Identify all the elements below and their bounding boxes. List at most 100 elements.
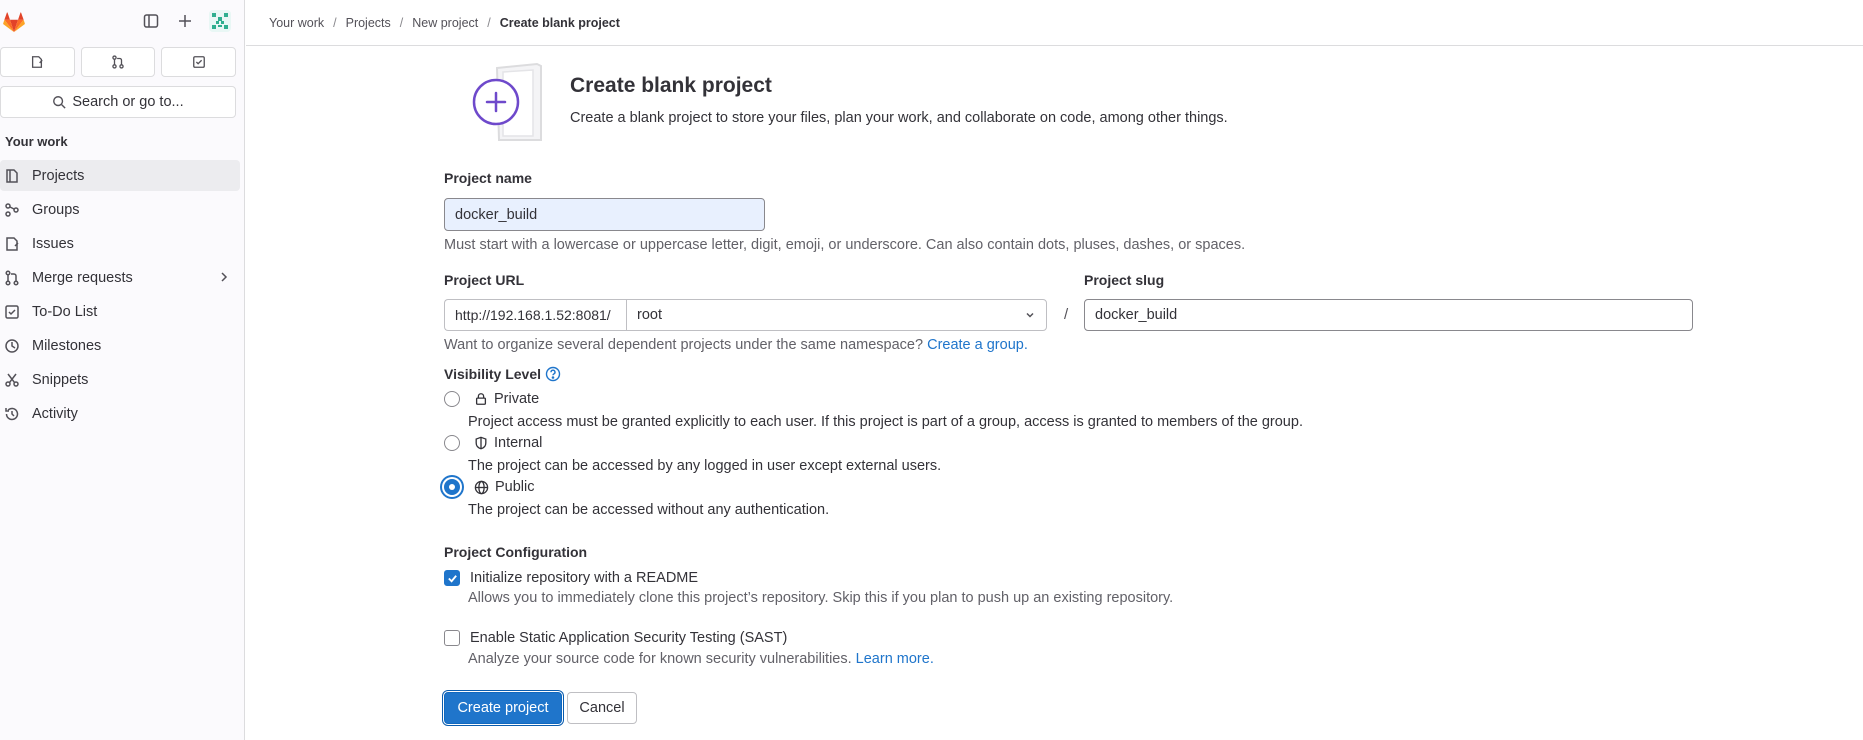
sast-desc: Analyze your source code for known secur…	[468, 651, 852, 667]
sidebar-item-activity[interactable]: Activity	[0, 398, 240, 429]
readme-option[interactable]: Initialize repository with a README	[444, 570, 698, 586]
sidebar-item-label: Activity	[32, 405, 78, 422]
issues-icon	[6, 236, 19, 251]
sidebar-item-label: To-Do List	[32, 303, 98, 320]
breadcrumb-current[interactable]: Create blank project	[500, 16, 620, 30]
avatar[interactable]	[208, 9, 232, 33]
sast-label: Enable Static Application Security Testi…	[470, 630, 788, 646]
visibility-internal-option[interactable]: Internal	[444, 435, 542, 451]
visibility-private-desc: Project access must be granted explicitl…	[468, 414, 1303, 430]
todo-icon	[5, 304, 19, 319]
breadcrumb-new-project[interactable]: New project	[412, 16, 478, 30]
visibility-label-row: Visibility Level	[444, 366, 561, 382]
sidebar-item-label: Issues	[32, 235, 74, 252]
blank-project-illustration-icon	[459, 62, 549, 144]
sidebar-item-merge-requests[interactable]: Merge requests	[0, 262, 240, 293]
cancel-button[interactable]: Cancel	[567, 692, 637, 724]
group-help: Want to organize several dependent proje…	[444, 337, 1028, 353]
project-slug-value: docker_build	[1095, 307, 1178, 323]
visibility-private-option[interactable]: Private	[444, 391, 539, 407]
page-title: Create blank project	[570, 74, 772, 97]
breadcrumb-separator: /	[399, 15, 404, 30]
sidebar: Search or go to... Your work Projects Gr…	[0, 0, 245, 740]
url-prefix: http://192.168.1.52:8081/	[444, 299, 626, 331]
shield-icon	[475, 436, 487, 450]
search-icon	[53, 96, 66, 109]
sidebar-item-label: Groups	[32, 201, 80, 218]
breadcrumb-separator: /	[487, 15, 491, 30]
sidebar-item-snippets[interactable]: Snippets	[0, 364, 240, 395]
visibility-public-option[interactable]: Public	[444, 479, 535, 495]
earth-icon	[474, 480, 489, 494]
sidebar-item-label: Snippets	[32, 371, 89, 388]
search-label: Search or go to...	[72, 94, 184, 110]
visibility-public-radio[interactable]	[444, 479, 460, 495]
sidebar-nav: Projects Groups Issues Merge requests To…	[0, 160, 240, 432]
sast-help: Analyze your source code for known secur…	[468, 651, 934, 667]
sidebar-item-label: Milestones	[32, 337, 102, 354]
breadcrumb-your-work[interactable]: Your work	[269, 16, 324, 30]
snippet-icon	[5, 373, 19, 387]
sidebar-item-issues[interactable]: Issues	[0, 228, 240, 259]
project-name-input[interactable]: docker_build	[444, 198, 765, 231]
readme-label: Initialize repository with a README	[470, 570, 699, 586]
visibility-internal-desc: The project can be accessed by any logge…	[468, 458, 942, 474]
visibility-public-label: Public	[495, 479, 535, 495]
search-button[interactable]: Search or go to...	[0, 86, 236, 118]
url-prefix-text: http://192.168.1.52:8081/	[455, 307, 611, 323]
readme-checkbox[interactable]	[444, 570, 460, 586]
sidebar-item-groups[interactable]: Groups	[0, 194, 240, 225]
slug-separator: /	[1064, 306, 1069, 323]
assigned-issues-button[interactable]	[0, 47, 75, 77]
visibility-private-label: Private	[494, 391, 540, 407]
todo-button[interactable]	[161, 47, 237, 77]
chevron-down-icon	[1026, 312, 1034, 318]
readme-desc: Allows you to immediately clone this pro…	[468, 590, 1174, 606]
sidebar-toggle-icon[interactable]	[142, 12, 160, 30]
gitlab-logo-icon[interactable]	[2, 10, 26, 34]
chevron-right-icon[interactable]	[218, 270, 230, 284]
namespace-select[interactable]: root	[626, 299, 1047, 331]
merge-request-icon	[5, 269, 19, 286]
lock-icon	[475, 393, 487, 405]
visibility-public-desc: The project can be accessed without any …	[468, 502, 830, 518]
sidebar-item-label: Projects	[32, 167, 85, 184]
question-circle-icon[interactable]	[545, 366, 561, 382]
project-url-label: Project URL	[444, 272, 525, 288]
sidebar-item-todo-list[interactable]: To-Do List	[0, 296, 240, 327]
visibility-internal-radio[interactable]	[444, 435, 460, 451]
todo-icon	[192, 56, 205, 68]
project-name-label: Project name	[444, 170, 532, 186]
namespace-value: root	[637, 307, 662, 323]
issues-icon	[32, 56, 44, 68]
sidebar-header	[0, 0, 245, 42]
visibility-internal-label: Internal	[494, 435, 543, 451]
group-icon	[5, 202, 19, 217]
breadcrumb-projects[interactable]: Projects	[346, 16, 391, 30]
visibility-private-radio[interactable]	[444, 391, 460, 407]
merge-request-icon	[112, 55, 124, 69]
sast-checkbox[interactable]	[444, 630, 460, 646]
create-project-button[interactable]: Create project	[444, 692, 562, 724]
sidebar-item-milestones[interactable]: Milestones	[0, 330, 240, 361]
page-description: Create a blank project to store your fil…	[570, 110, 1228, 126]
create-group-link[interactable]: Create a group.	[927, 337, 1028, 353]
milestone-icon	[5, 338, 19, 353]
learn-more-link[interactable]: Learn more.	[856, 651, 934, 667]
project-slug-input[interactable]: docker_build	[1084, 299, 1693, 331]
sidebar-item-projects[interactable]: Projects	[0, 160, 240, 191]
breadcrumb-separator: /	[333, 15, 337, 30]
project-name-help: Must start with a lowercase or uppercase…	[444, 237, 1246, 253]
project-config-label: Project Configuration	[444, 544, 588, 560]
history-icon	[5, 407, 19, 420]
plus-icon[interactable]	[176, 12, 194, 30]
merge-requests-button[interactable]	[80, 47, 156, 77]
sidebar-item-label: Merge requests	[32, 269, 133, 286]
sast-option[interactable]: Enable Static Application Security Testi…	[444, 630, 787, 646]
sidebar-section-title: Your work	[5, 134, 68, 149]
quick-actions	[0, 47, 245, 77]
visibility-label: Visibility Level	[444, 366, 542, 382]
group-help-text: Want to organize several dependent proje…	[444, 337, 924, 353]
breadcrumb: Your work / Projects / New project / Cre…	[246, 0, 1863, 46]
project-slug-label: Project slug	[1084, 272, 1165, 288]
